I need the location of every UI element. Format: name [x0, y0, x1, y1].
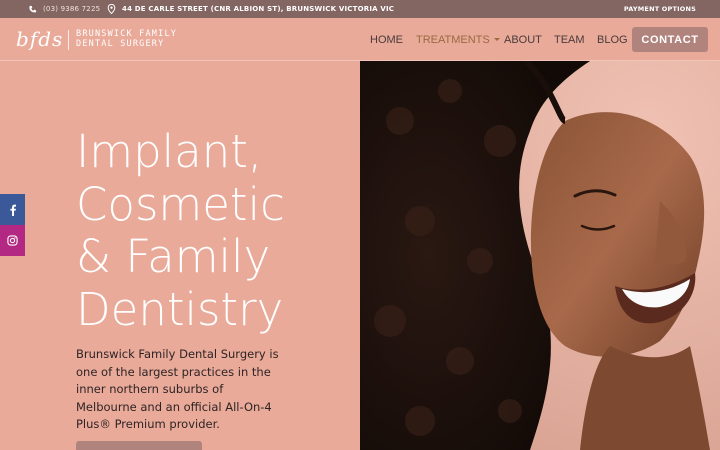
- payment-options-link[interactable]: PAYMENT OPTIONS: [624, 0, 696, 18]
- hero-cta-button[interactable]: [76, 441, 202, 450]
- facebook-icon: [9, 204, 16, 216]
- nav-treatments[interactable]: TREATMENTS: [416, 34, 500, 46]
- site-header: bfds BRUNSWICK FAMILY DENTAL SURGERY HOM…: [0, 18, 720, 61]
- nav-treatments-label: TREATMENTS: [416, 33, 490, 46]
- hero-title-line-2: Cosmetic: [76, 177, 285, 231]
- nav-team[interactable]: TEAM: [554, 34, 585, 46]
- instagram-link[interactable]: [0, 225, 25, 256]
- hero-title-line-4: Dentistry: [76, 282, 284, 336]
- address-contact[interactable]: 44 DE CARLE STREET (CNR ALBION ST), BRUN…: [107, 0, 394, 18]
- facebook-link[interactable]: [0, 194, 25, 225]
- nav-about[interactable]: ABOUT: [504, 34, 542, 46]
- hero-title-line-3: & Family: [76, 230, 271, 283]
- nav-blog[interactable]: BLOG: [597, 34, 628, 46]
- phone-contact[interactable]: (03) 9386 7225: [28, 0, 100, 18]
- contact-button[interactable]: CONTACT: [632, 27, 708, 52]
- address-text[interactable]: 44 DE CARLE STREET (CNR ALBION ST), BRUN…: [122, 5, 394, 13]
- hero-title-line-1: Implant,: [76, 125, 263, 178]
- hero-description: Brunswick Family Dental Surgery is one o…: [76, 347, 279, 431]
- phone-icon: [29, 5, 37, 12]
- hero-title: Implant, Cosmetic & Family Dentistry: [76, 125, 356, 336]
- hero-photo: [360, 61, 720, 450]
- nav-home[interactable]: HOME: [370, 34, 403, 46]
- instagram-icon: [7, 235, 18, 246]
- phone-number[interactable]: (03) 9386 7225: [43, 5, 100, 13]
- top-info-bar: (03) 9386 7225 44 DE CARLE STREET (CNR A…: [0, 0, 720, 18]
- smiling-woman-image: [360, 61, 720, 450]
- chevron-down-icon: [493, 38, 500, 42]
- main-nav: HOME TREATMENTS ABOUT TEAM BLOG: [0, 18, 720, 61]
- location-pin-icon: [107, 4, 116, 14]
